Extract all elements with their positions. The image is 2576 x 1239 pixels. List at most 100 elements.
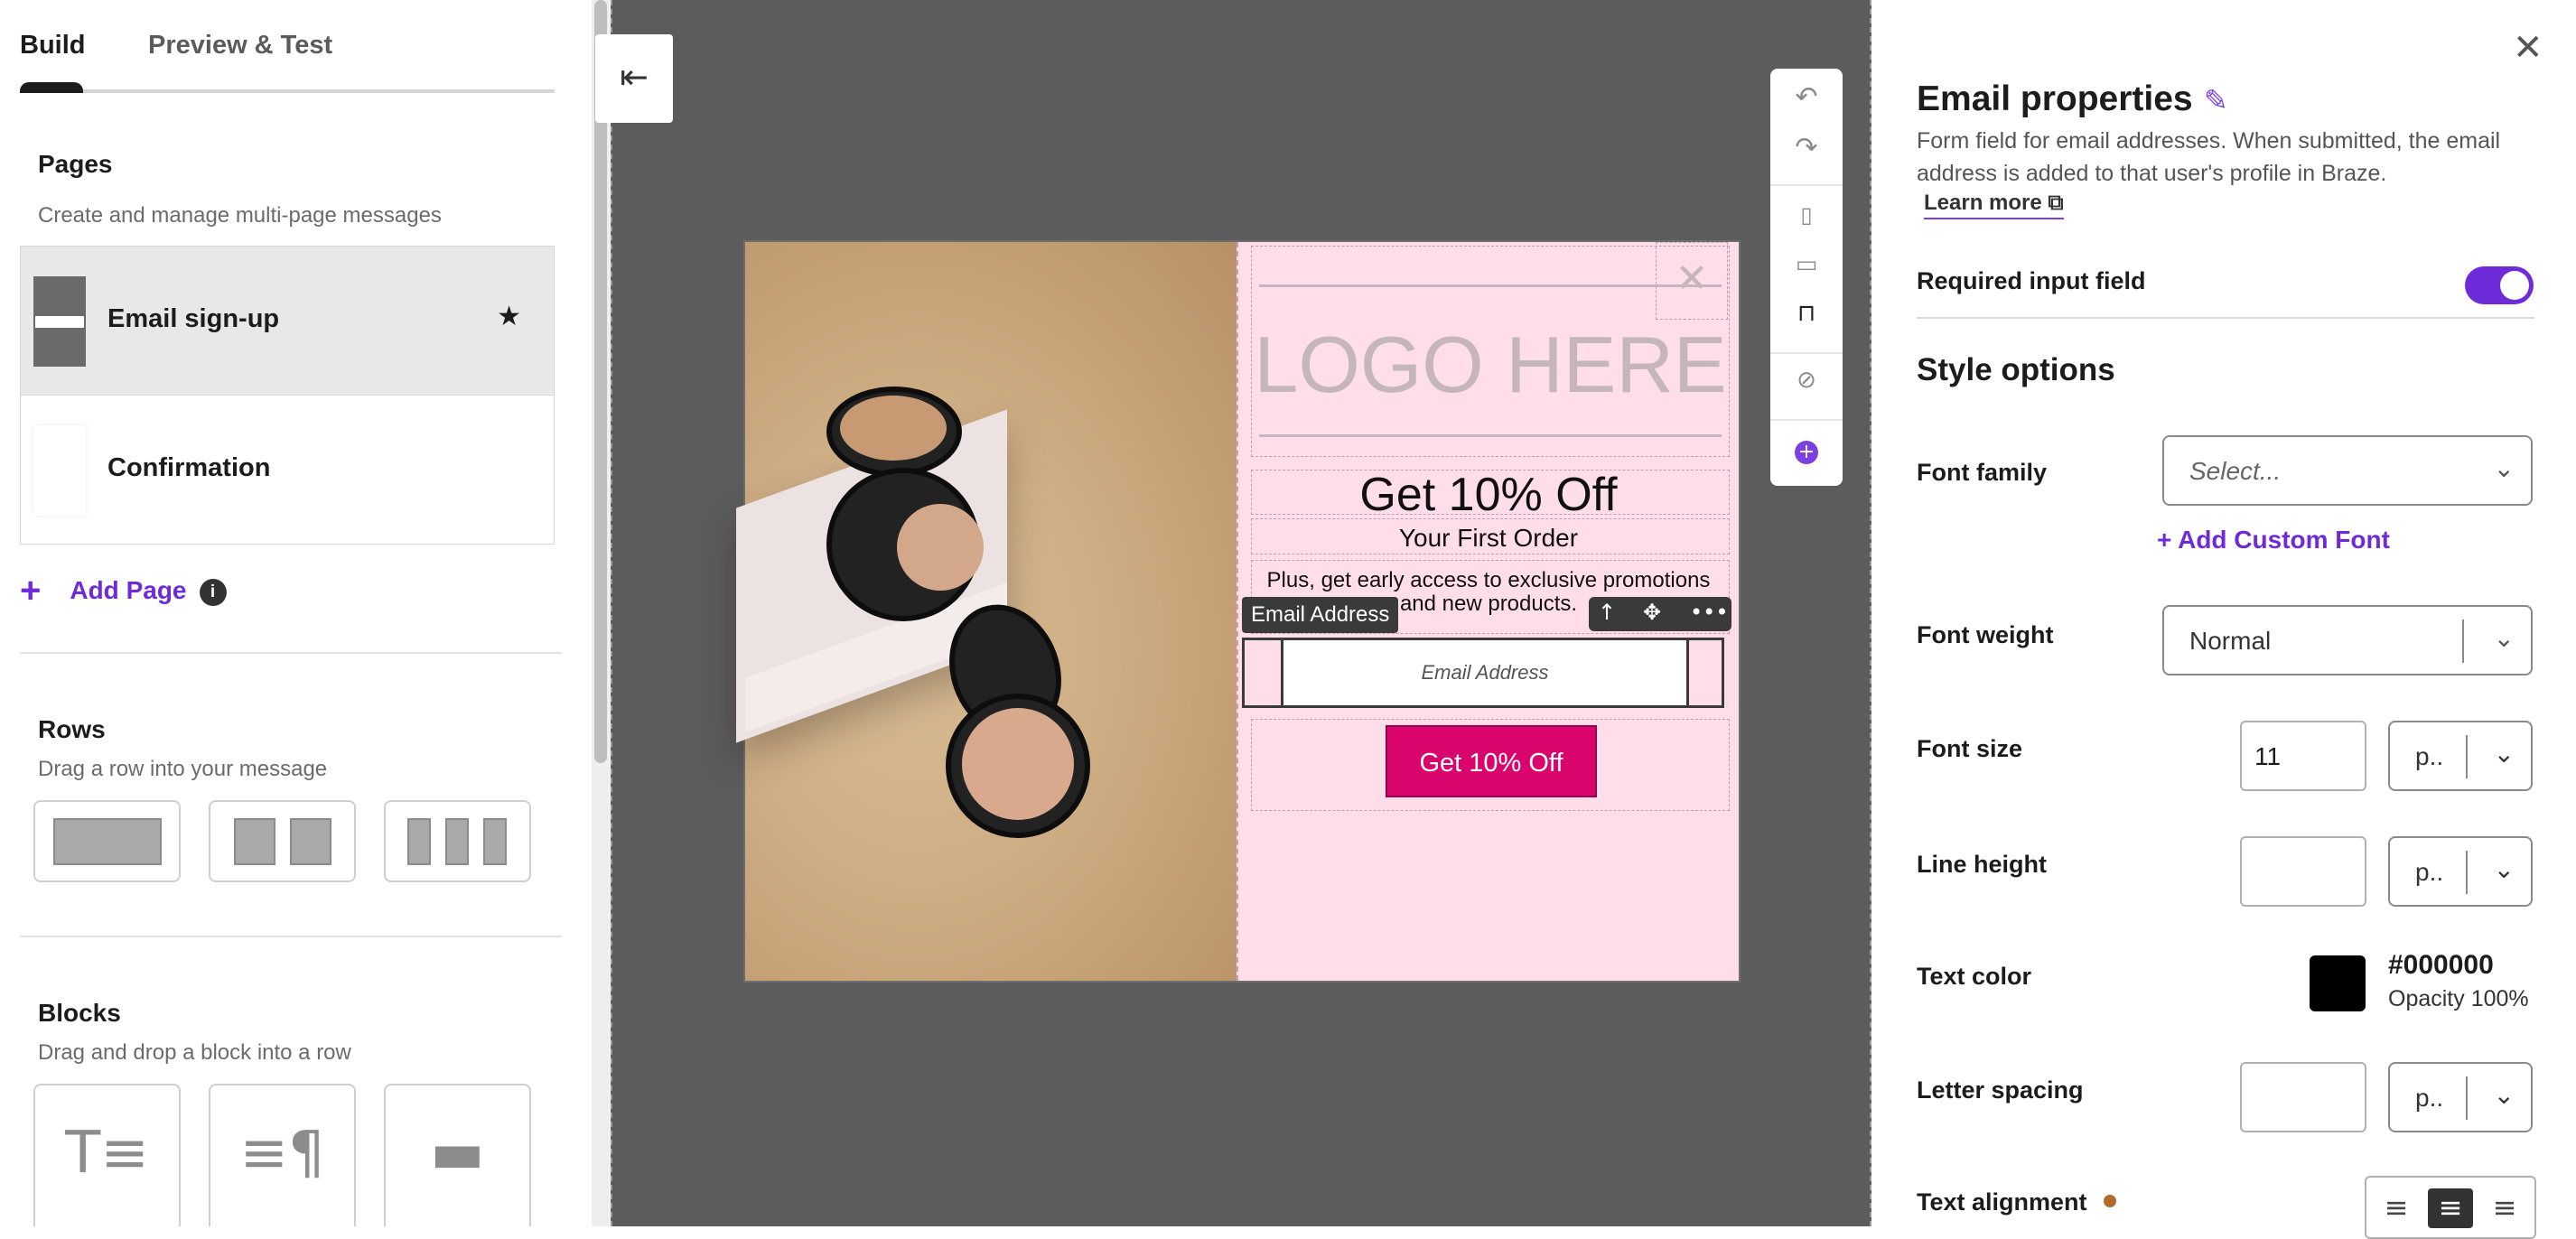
font-size-unit-select[interactable]: p.. ⌄ (2388, 721, 2533, 791)
font-weight-value: Normal (2189, 627, 2272, 655)
drag-move-icon[interactable]: ✥ (1643, 600, 1661, 625)
divider (1917, 317, 2534, 319)
align-right-icon[interactable]: ≡ (2482, 1188, 2527, 1228)
desktop-preview-icon[interactable]: ⊓ (1770, 300, 1843, 327)
tab-active-indicator (20, 82, 83, 93)
block-title[interactable]: T≡ (33, 1084, 181, 1226)
email-input[interactable]: Email Address (1281, 640, 1689, 705)
font-family-select[interactable]: Select... ⌄ (2162, 435, 2533, 506)
text-color-hex: #000000 (2388, 950, 2494, 980)
text-color-opacity: Opacity 100% (2388, 986, 2529, 1011)
chevron-down-icon: ⌄ (2493, 739, 2515, 769)
required-toggle[interactable] (2465, 266, 2534, 304)
sidebar-scrollbar[interactable] (592, 0, 610, 1226)
line-height-label: Line height (1917, 851, 2047, 878)
pages-subtitle: Create and manage multi-page messages (38, 203, 442, 228)
chevron-down-icon: ⌄ (2493, 453, 2515, 483)
page-thumbnail (33, 425, 86, 516)
page-item-confirmation[interactable]: Confirmation (20, 395, 555, 545)
style-options-title: Style options (1917, 352, 2115, 387)
block-button[interactable]: ▬ (384, 1084, 531, 1226)
button-block-icon: ▬ (430, 1120, 485, 1187)
plus-icon: + (20, 571, 42, 610)
divider (20, 652, 562, 654)
font-family-value: Select... (2189, 457, 2282, 485)
close-icon[interactable]: ✕ (2513, 27, 2543, 69)
page-name: Email sign-up (107, 304, 280, 333)
undo-icon[interactable]: ↶ (1770, 81, 1843, 113)
add-icon[interactable]: + (1795, 441, 1818, 464)
more-options-icon[interactable]: ••• (1690, 600, 1728, 625)
mobile-preview-icon[interactable]: ▯ (1770, 202, 1843, 228)
divider (20, 936, 562, 937)
tab-preview-test[interactable]: Preview & Test (148, 31, 332, 61)
collapse-sidebar-icon[interactable]: ⇤ (595, 34, 673, 123)
paragraph-block-icon: ≡¶ (239, 1120, 325, 1187)
blocks-subtitle: Drag and drop a block into a row (38, 1040, 351, 1065)
line-height-input[interactable] (2240, 836, 2366, 907)
letter-spacing-label: Letter spacing (1917, 1076, 2084, 1104)
row-three-columns[interactable] (384, 800, 531, 882)
unit-value: p.. (2415, 858, 2444, 886)
font-family-label: Font family (1917, 459, 2048, 486)
block-actions: ↑ ✥ ••• (1589, 597, 1731, 631)
pages-title: Pages (38, 150, 113, 178)
font-size-value: 11 (2254, 742, 2282, 770)
edit-pencil-icon[interactable]: ✎ (2204, 83, 2228, 117)
chevron-down-icon: ⌄ (2493, 1080, 2515, 1110)
star-icon[interactable]: ★ (497, 301, 521, 332)
info-icon[interactable]: i (199, 579, 227, 606)
logo-placeholder[interactable]: LOGO HERE (1252, 319, 1729, 411)
properties-panel: ✕ Email properties ✎ Form field for emai… (1871, 0, 2576, 1239)
headline-text[interactable]: Get 10% Off (1238, 468, 1739, 522)
body-line: Plus, get early access to exclusive prom… (1266, 568, 1711, 592)
email-block-tag: Email Address (1242, 597, 1399, 633)
letter-spacing-input[interactable] (2240, 1062, 2366, 1132)
chevron-down-icon: ⌄ (2493, 623, 2515, 653)
row-one-column[interactable] (33, 800, 181, 882)
builder-sidebar: Build Preview & Test Pages Create and ma… (0, 0, 589, 1226)
panel-description: Form field for email addresses. When sub… (1917, 128, 2501, 186)
page-thumbnail (33, 276, 86, 367)
body-line: and new products. (1399, 592, 1578, 616)
message-content-panel: LOGO HERE ✕ Get 10% Off Your First Order… (1237, 242, 1739, 981)
unit-value: p.. (2415, 1084, 2444, 1112)
font-weight-select[interactable]: Normal ⌄ (2162, 605, 2533, 675)
rows-subtitle: Drag a row into your message (38, 757, 328, 781)
email-block-selected[interactable]: Email Address (1242, 638, 1724, 708)
redo-icon[interactable]: ↷ (1770, 132, 1843, 163)
move-up-icon[interactable]: ↑ (1598, 600, 1616, 625)
add-page-button[interactable]: + Add Page i (20, 571, 227, 611)
letter-spacing-unit-select[interactable]: p.. ⌄ (2388, 1062, 2533, 1132)
panel-title: Email properties (1917, 79, 2193, 118)
hide-icon[interactable]: ⊘ (1770, 367, 1843, 394)
learn-more-link[interactable]: Learn more ⧉ (1924, 190, 2064, 219)
chevron-down-icon: ⌄ (2493, 854, 2515, 884)
align-center-icon[interactable]: ≡ (2428, 1188, 2473, 1228)
add-custom-font-link[interactable]: + Add Custom Font (2157, 526, 2390, 554)
in-app-message-preview: LOGO HERE ✕ Get 10% Off Your First Order… (736, 242, 1739, 981)
text-alignment-row: Text alignment (1917, 1188, 2116, 1216)
tablet-preview-icon[interactable]: ▭ (1770, 251, 1843, 278)
cta-button[interactable]: Get 10% Off (1386, 725, 1597, 797)
rows-title: Rows (38, 715, 106, 743)
text-color-swatch[interactable] (2310, 955, 2366, 1011)
block-paragraph[interactable]: ≡¶ (209, 1084, 356, 1226)
subheadline-text[interactable]: Your First Order (1238, 524, 1739, 553)
row-two-columns[interactable] (209, 800, 356, 882)
required-label: Required input field (1917, 267, 2146, 294)
text-alignment-label: Text alignment (1917, 1188, 2087, 1216)
blocks-title: Blocks (38, 999, 121, 1027)
external-link-icon: ⧉ (2048, 190, 2064, 215)
text-alignment-group: ≡ ≡ ≡ (2365, 1176, 2536, 1239)
add-page-label: Add Page (70, 576, 187, 604)
text-color-label: Text color (1917, 963, 2032, 990)
font-size-input[interactable]: 11 (2240, 721, 2366, 791)
align-left-icon[interactable]: ≡ (2374, 1188, 2419, 1228)
font-size-label: Font size (1917, 735, 2023, 762)
line-height-unit-select[interactable]: p.. ⌄ (2388, 836, 2533, 907)
learn-more-label: Learn more (1924, 191, 2042, 215)
tab-build[interactable]: Build (20, 31, 86, 61)
close-icon[interactable]: ✕ (1656, 242, 1728, 320)
page-item-email-signup[interactable]: Email sign-up ★ (20, 246, 555, 396)
